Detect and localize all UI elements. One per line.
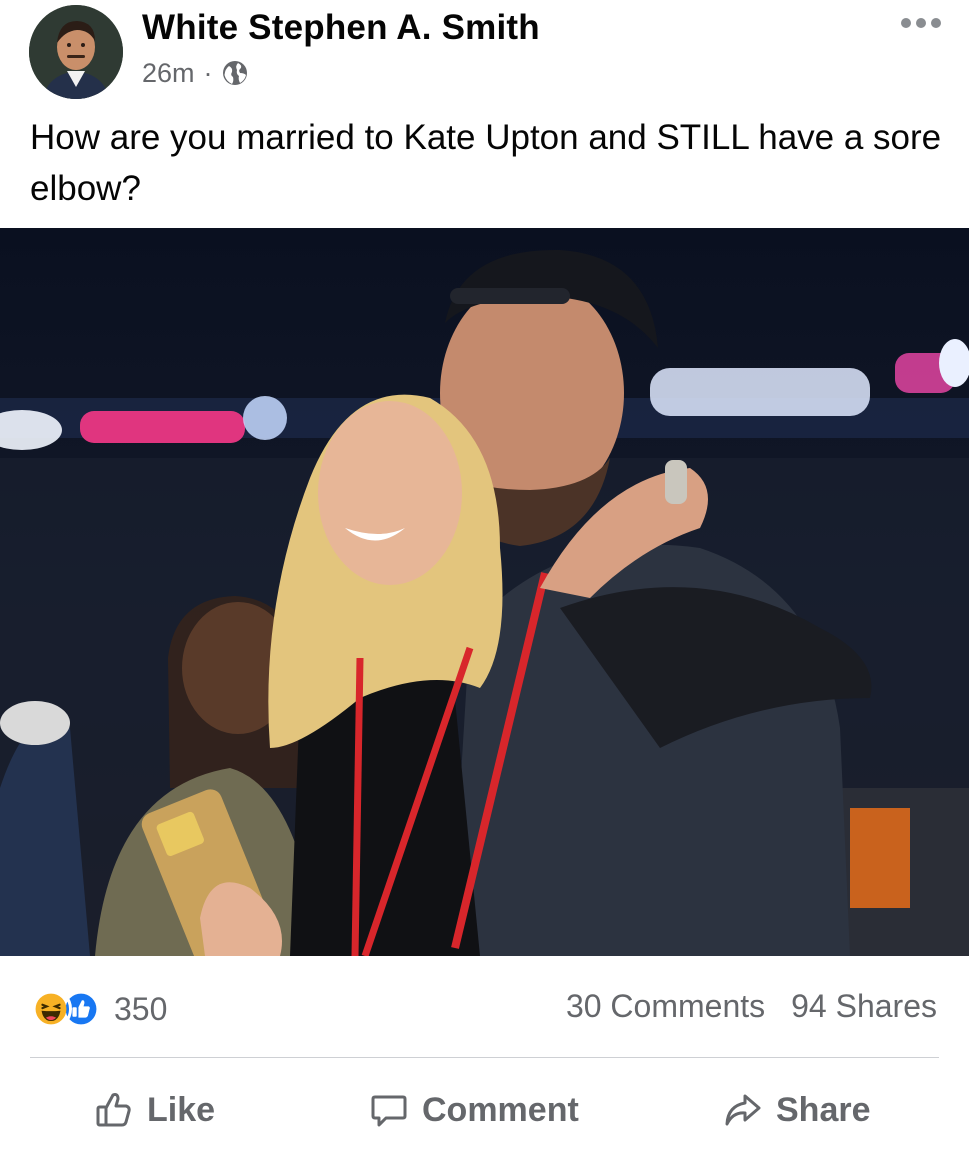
share-label: Share <box>776 1090 871 1129</box>
like-label: Like <box>147 1090 216 1129</box>
more-dot <box>916 18 926 28</box>
post-timestamp[interactable]: 26m <box>142 58 195 89</box>
post-stats: 350 30 Comments 94 Shares <box>0 958 969 1058</box>
post-actions-bar: Like Comment Share <box>0 1062 969 1151</box>
post-photo[interactable] <box>0 228 969 956</box>
facebook-post: White Stephen A. Smith 26m · How are you… <box>0 0 969 1151</box>
comment-button[interactable]: Comment <box>370 1088 579 1132</box>
reaction-count: 350 <box>114 990 168 1027</box>
comment-label: Comment <box>422 1090 579 1129</box>
comment-bubble-icon <box>371 1095 407 1127</box>
shares-count[interactable]: 94 Shares <box>791 988 937 1025</box>
globe-icon[interactable] <box>221 59 249 87</box>
post-meta: 26m · <box>142 55 249 91</box>
more-options-button[interactable] <box>901 18 941 28</box>
like-button[interactable]: Like <box>95 1088 215 1132</box>
more-horizontal-icon <box>901 18 911 28</box>
author-avatar[interactable] <box>29 5 123 99</box>
engagement-counts: 30 Comments 94 Shares <box>566 988 937 1025</box>
actions-divider <box>30 1057 939 1058</box>
post-text: How are you married to Kate Upton and ST… <box>30 118 942 208</box>
comments-count[interactable]: 30 Comments <box>566 988 765 1025</box>
reactions-summary[interactable]: 350 <box>30 988 167 1030</box>
share-button[interactable]: Share <box>724 1088 871 1132</box>
haha-reaction-icon <box>30 988 72 1030</box>
more-dot <box>931 18 941 28</box>
author-name[interactable]: White Stephen A. Smith <box>142 8 540 48</box>
meta-separator: · <box>203 57 213 88</box>
thumbs-up-icon <box>96 1093 131 1127</box>
share-arrow-icon <box>725 1094 761 1126</box>
